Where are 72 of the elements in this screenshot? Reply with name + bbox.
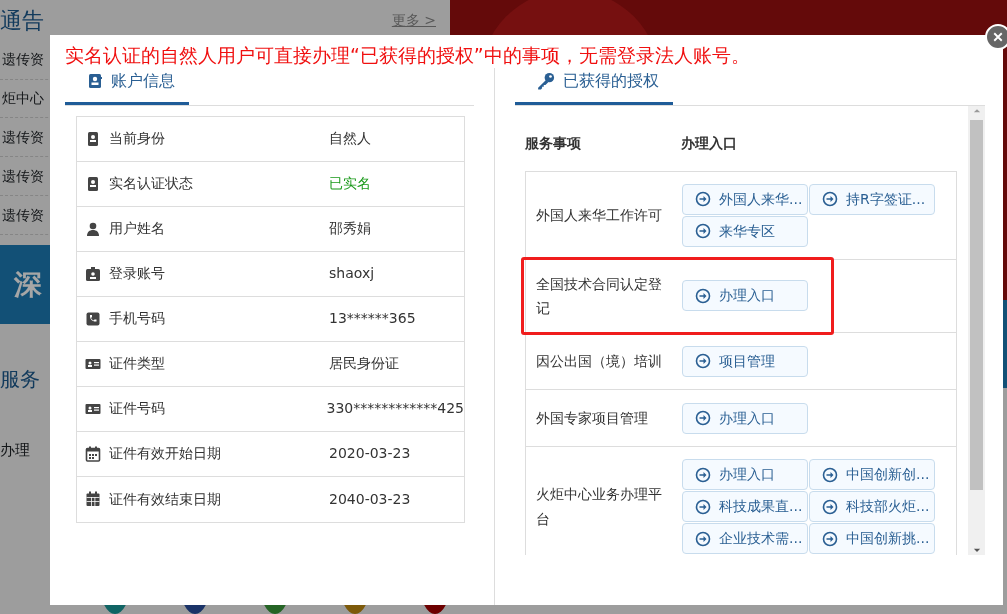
news-item[interactable]: 炬中心: [2, 87, 44, 109]
entry-button[interactable]: 持R字签证...: [809, 183, 935, 215]
field-value: 2040-03-23: [329, 489, 411, 509]
field-value: 自然人: [329, 129, 371, 149]
section-title: 通告: [0, 6, 44, 35]
entry-button[interactable]: 企业技术需...: [682, 523, 808, 555]
arrow-circle-icon: [822, 191, 838, 208]
service-name: 火炬中心业务办理平台: [535, 485, 663, 529]
field-label: 用户姓名: [109, 219, 165, 239]
user-icon: [85, 220, 101, 237]
arrow-circle-icon: [695, 410, 711, 427]
field-value: 2020-03-23: [329, 444, 411, 464]
entry-button[interactable]: 办理入口: [682, 402, 808, 434]
service-item[interactable]: 办理: [0, 439, 30, 462]
news-item[interactable]: 遗传资: [2, 165, 44, 187]
arrow-circle-icon: [822, 530, 838, 547]
news-item[interactable]: 遗传资: [2, 126, 44, 148]
entry-button[interactable]: 来华专区: [682, 215, 808, 247]
entry-button[interactable]: 办理入口: [682, 459, 808, 491]
entry-button[interactable]: 中国创新挑...: [809, 523, 935, 555]
field-label: 登录账号: [109, 264, 165, 284]
arrow-circle-icon: [695, 288, 711, 304]
id-badge-icon: [85, 265, 101, 282]
service-name: 外国专家项目管理: [535, 409, 649, 429]
entry-button[interactable]: 办理入口: [682, 280, 808, 312]
news-item[interactable]: 遗传资: [2, 49, 44, 71]
field-value: 13******365: [329, 309, 416, 329]
banner-text: 深: [14, 266, 42, 303]
entry-button[interactable]: 科技部火炬...: [809, 491, 935, 523]
key-icon: [537, 72, 555, 91]
scrollbar[interactable]: [968, 105, 985, 555]
column-header: 办理入口: [681, 133, 737, 153]
field-label: 证件号码: [109, 399, 165, 419]
arrow-circle-icon: [695, 466, 711, 483]
field-label: 证件有效开始日期: [109, 444, 221, 464]
field-label: 实名认证状态: [109, 174, 193, 194]
field-value: 居民身份证: [329, 354, 399, 374]
field-label: 证件有效结束日期: [109, 489, 221, 509]
entry-button[interactable]: 中国创新创...: [809, 459, 935, 491]
close-icon: [992, 31, 1004, 43]
field-value: 330************425: [326, 399, 464, 419]
service-name: 因公出国（境）培训: [535, 352, 663, 372]
calendar-icon: [85, 445, 101, 462]
arrow-circle-icon: [822, 466, 838, 483]
arrow-circle-icon: [695, 353, 711, 370]
field-value: 已实名: [329, 174, 371, 194]
notice-text: 实名认证的自然人用户可直接办理“已获得的授权”中的事项，无需登录法人账号。: [64, 43, 750, 68]
arrow-circle-icon: [695, 498, 711, 515]
news-item[interactable]: 遗传资: [2, 204, 44, 226]
arrow-circle-icon: [695, 191, 711, 208]
section-title: 服务: [0, 366, 40, 394]
contact-card-icon: [87, 73, 103, 90]
field-label: 当前身份: [109, 129, 165, 149]
contact-card-icon: [85, 175, 101, 192]
arrow-circle-icon: [695, 223, 711, 240]
field-value: 邵秀娟: [329, 219, 371, 239]
calendar-icon: [85, 491, 101, 508]
account-tab[interactable]: 账户信息: [65, 66, 189, 105]
service-name: 全国技术合同认定登记: [535, 274, 663, 318]
service-name: 外国人来华工作许可: [535, 206, 663, 226]
entry-button[interactable]: 项目管理: [682, 345, 808, 377]
auth-tab[interactable]: 已获得的授权: [515, 66, 673, 105]
field-label: 证件类型: [109, 354, 165, 374]
field-label: 手机号码: [109, 309, 165, 329]
contact-card-icon: [85, 130, 101, 147]
arrow-circle-icon: [695, 530, 711, 547]
entry-button[interactable]: 科技成果直...: [682, 491, 808, 523]
arrow-circle-icon: [822, 498, 838, 515]
phone-icon: [85, 310, 101, 327]
column-header: 服务事项: [525, 133, 582, 153]
field-value: shaoxj: [329, 264, 375, 284]
entry-button[interactable]: 外国人来华...: [682, 183, 808, 215]
